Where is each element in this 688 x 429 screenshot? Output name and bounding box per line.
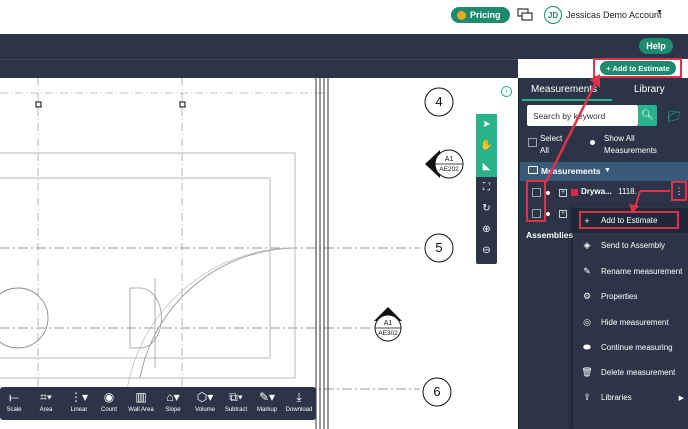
app-window: Pricing JD Jessicas Demo Account ▼ ct Me… xyxy=(0,0,688,429)
annotation-arrows xyxy=(544,74,670,213)
